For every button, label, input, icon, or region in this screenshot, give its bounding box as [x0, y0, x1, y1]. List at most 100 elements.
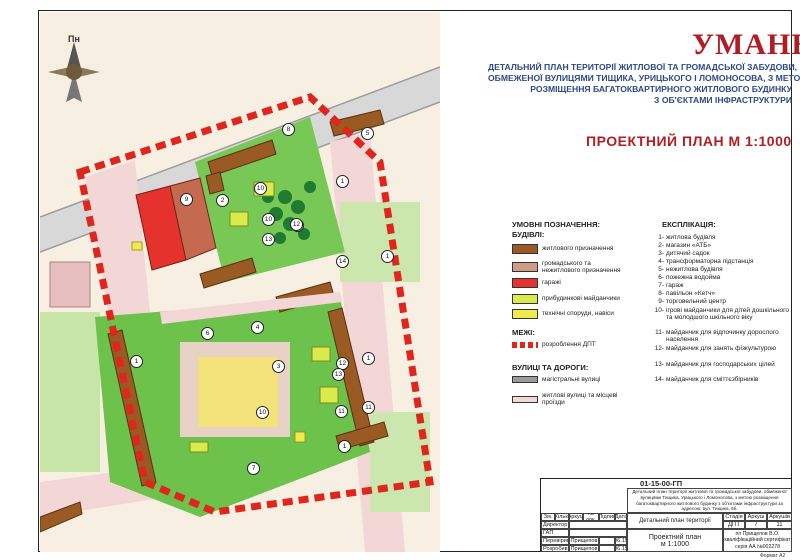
legend-boundaries-heading: МЕЖІ:	[512, 328, 535, 337]
legend-item-garage: гаражі	[512, 278, 561, 288]
col-header: Дата	[615, 513, 627, 521]
checked-signature	[599, 537, 615, 545]
explication-number: 11-	[655, 329, 664, 336]
explication-number: 4-	[658, 258, 664, 265]
map-number-label: 12	[290, 218, 303, 231]
explication-item: 12- майданчик для занять фізкультурою	[650, 345, 790, 352]
explication-number: 7-	[658, 282, 664, 289]
title-block: Детальний план території житлової та гро…	[540, 478, 792, 552]
explication-text: пожежна водойма	[666, 274, 721, 281]
col-header: Зм.	[541, 513, 555, 521]
explication-text: житлова будівля	[666, 234, 716, 241]
swatch-main-street	[512, 376, 538, 384]
legend-label: магістральні вулиці	[542, 376, 601, 383]
plan-title: ПРОЕКТНИЙ ПЛАН М 1:1000	[586, 133, 792, 149]
sheets-header: Аркушів	[767, 513, 792, 521]
legend-item-playground: прибудинкові майданчики	[512, 294, 620, 304]
map-number-label: 13	[262, 233, 275, 246]
explication-number: 10-	[654, 307, 664, 314]
explication-item: 11- майданчик для відпочинку дорослого на…	[650, 329, 790, 343]
map-number-label: 1	[381, 250, 394, 263]
explication-number: 3-	[658, 250, 664, 257]
explication-number: 2-	[658, 242, 664, 249]
drawing-title-line: м 1:1000	[660, 540, 690, 548]
gap-label: ГАП	[541, 529, 569, 537]
format-label: Формат А2	[760, 553, 786, 559]
swatch-residential	[512, 244, 538, 254]
explication-text: трансформаторна підстанція	[666, 258, 754, 265]
map-number-label: 13	[332, 368, 345, 381]
map-number-label: 10	[256, 406, 269, 419]
drawing-title-line: Проектний план	[648, 533, 702, 541]
explication-item: 4- трансформаторна підстанція	[650, 258, 790, 265]
legend-label: розроблення ДПТ	[542, 341, 596, 348]
explication-item: 10- ігрові майданчики для дітей дошкільно…	[650, 307, 790, 321]
map-number-label: 7	[247, 462, 260, 475]
author-line: серія АА №002278	[734, 543, 780, 550]
col-header: Підпис	[599, 513, 615, 521]
director-signature	[569, 521, 627, 529]
legend-label: прибудинкові майданчики	[542, 295, 620, 303]
explication-text: майданчик для занять фізкультурою	[666, 345, 776, 352]
explication-item: 2- магазин «АТБ»	[650, 242, 790, 249]
explication-item: 1- житлова будівля	[650, 234, 790, 241]
legend-label: житлові вулиці та місцеві проїзди	[542, 392, 618, 407]
drawing-sheet: Пн УМАНЬ ДЕТАЛЬНИЙ ПЛАН ТЕРИТОРІЇ ЖИТЛОВ…	[0, 0, 800, 560]
legend-item-main-street: магістральні вулиці	[512, 376, 601, 384]
map-number-label: 10	[262, 213, 275, 226]
legend-title: УМОВНІ ПОЗНАЧЕННЯ:	[512, 220, 601, 229]
explication-item: 7- гараж	[650, 282, 790, 289]
explication-text: торговельний центр	[666, 298, 727, 305]
checked-label: Перевірив	[541, 537, 569, 545]
gap-signature	[569, 529, 627, 537]
green-area	[340, 202, 420, 282]
legend-item-public: громадського та нежитлового призначення	[512, 260, 628, 275]
explication-item: 3- дитячий садок	[650, 250, 790, 257]
col-header: № док.	[583, 513, 599, 521]
explication-number: 1-	[658, 234, 664, 241]
green-area	[40, 312, 100, 472]
col-header: Аркуш	[569, 513, 583, 521]
explication-text: гараж	[666, 282, 684, 289]
map-number-label: 4	[251, 321, 264, 334]
sheet-header: Аркуш	[745, 513, 767, 521]
sheets-total: 11	[767, 521, 792, 529]
description-line: ДЕТАЛЬНИЙ ПЛАН ТЕРИТОРІЇ ЖИТЛОВОЇ ТА ГРО…	[488, 62, 798, 72]
checked-name: Прищепов	[569, 537, 599, 545]
legend-label: гаражі	[542, 279, 561, 287]
col-header: Кільк.	[555, 513, 569, 521]
explication-number: 14-	[654, 376, 664, 383]
developed-name: Прищепов	[569, 545, 599, 552]
legend-label: громадського та нежитлового призначення	[542, 260, 621, 275]
site-plan-map: Пн	[40, 12, 440, 552]
map-number-label: 14	[336, 255, 349, 268]
explication-text: майданчик для господарських цілей	[666, 361, 775, 368]
plan-description: ДЕТАЛЬНИЙ ПЛАН ТЕРИТОРІЇ ЖИТЛОВОЇ ТА ГРО…	[488, 62, 800, 106]
legend-label: житлового призначення	[542, 245, 614, 253]
swatch-playground	[512, 294, 538, 304]
explication-text: нежитлова будівля	[666, 266, 723, 273]
map-number-label: 3	[272, 360, 285, 373]
compass-rose: Пн	[48, 34, 100, 102]
drawing-title: Проектний план м 1:1000	[627, 529, 723, 552]
explication-number: 13-	[654, 361, 664, 368]
explication-item: 6- пожежна водойма	[650, 274, 790, 281]
swatch-boundary	[512, 341, 538, 348]
director-label: Директор	[541, 521, 569, 529]
explication-title: ЕКСПЛІКАЦІЯ:	[662, 220, 716, 229]
description-line: З ОБ'ЄКТАМИ ІНФРАСТРУКТУРИ	[654, 95, 792, 105]
map-number-label: 6	[201, 327, 214, 340]
legend-item-technical: технічні споруди, навіси	[512, 309, 628, 319]
map-number-label: 1	[336, 175, 349, 188]
stage-header: Стадія	[723, 513, 745, 521]
stage-value: ДПТ	[723, 521, 745, 529]
swatch-public	[512, 262, 538, 273]
sheet-number: 7	[745, 521, 767, 529]
developed-signature	[599, 545, 615, 552]
project-description: Детальний план території житлової та гро…	[627, 488, 792, 513]
explication-number: 6-	[658, 274, 664, 281]
map-number-label: 1	[130, 355, 143, 368]
description-line: ОБМЕЖЕНОЇ ВУЛИЦЯМИ ТИЩИКА, УРИЦЬКОГО І Л…	[488, 73, 800, 83]
explication-number: 5-	[658, 266, 664, 273]
explication-item: 9- торговельний центр	[650, 298, 790, 305]
